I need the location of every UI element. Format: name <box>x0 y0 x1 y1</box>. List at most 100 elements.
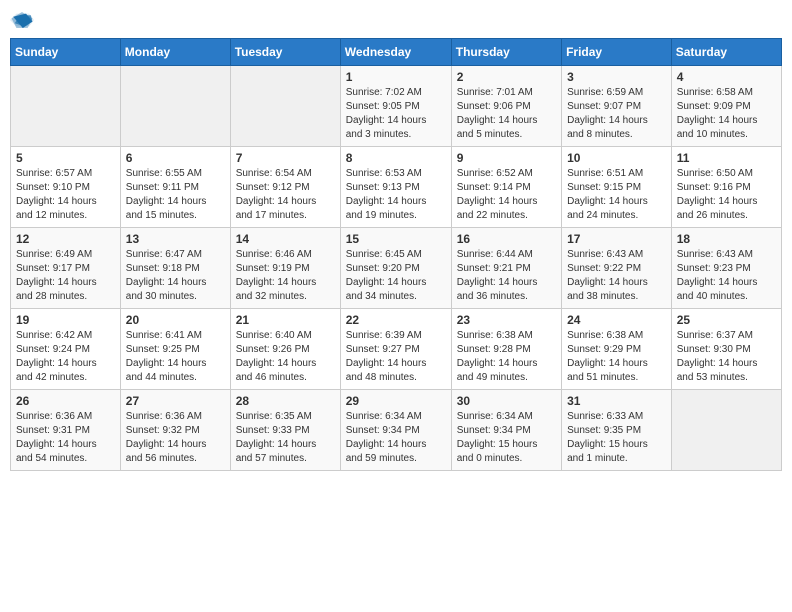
calendar-cell <box>671 390 781 471</box>
weekday-header-wednesday: Wednesday <box>340 39 451 66</box>
weekday-header-sunday: Sunday <box>11 39 121 66</box>
calendar-week-row: 12 Sunrise: 6:49 AM Sunset: 9:17 PM Dayli… <box>11 228 782 309</box>
calendar-cell: 12 Sunrise: 6:49 AM Sunset: 9:17 PM Dayli… <box>11 228 121 309</box>
calendar-cell: 21 Sunrise: 6:40 AM Sunset: 9:26 PM Dayli… <box>230 309 340 390</box>
day-info: Sunrise: 6:39 AM Sunset: 9:27 PM Dayligh… <box>346 329 446 385</box>
day-info: Sunrise: 6:43 AM Sunset: 9:22 PM Dayligh… <box>567 248 666 304</box>
day-info: Sunrise: 6:59 AM Sunset: 9:07 PM Dayligh… <box>567 86 666 142</box>
day-number: 25 <box>677 313 776 327</box>
calendar-cell: 23 Sunrise: 6:38 AM Sunset: 9:28 PM Dayli… <box>451 309 561 390</box>
calendar-cell: 20 Sunrise: 6:41 AM Sunset: 9:25 PM Dayli… <box>120 309 230 390</box>
day-number: 22 <box>346 313 446 327</box>
day-info: Sunrise: 6:50 AM Sunset: 9:16 PM Dayligh… <box>677 167 776 223</box>
day-info: Sunrise: 6:51 AM Sunset: 9:15 PM Dayligh… <box>567 167 666 223</box>
day-info: Sunrise: 6:47 AM Sunset: 9:18 PM Dayligh… <box>126 248 225 304</box>
calendar-cell: 14Sunrise: 6:46 AM Sunset: 9:19 PM Dayli… <box>230 228 340 309</box>
day-number: 28 <box>236 394 335 408</box>
day-number: 16 <box>457 232 556 246</box>
page-header <box>10 10 782 30</box>
day-number: 13 <box>126 232 225 246</box>
calendar-cell: 29 Sunrise: 6:34 AM Sunset: 9:34 PM Dayli… <box>340 390 451 471</box>
day-number: 11 <box>677 151 776 165</box>
day-info: Sunrise: 7:01 AM Sunset: 9:06 PM Dayligh… <box>457 86 556 142</box>
day-info: Sunrise: 6:58 AM Sunset: 9:09 PM Dayligh… <box>677 86 776 142</box>
day-number: 9 <box>457 151 556 165</box>
day-info: Sunrise: 6:38 AM Sunset: 9:29 PM Dayligh… <box>567 329 666 385</box>
calendar-week-row: 1 Sunrise: 7:02 AM Sunset: 9:05 PM Daylig… <box>11 66 782 147</box>
day-info: Sunrise: 6:33 AM Sunset: 9:35 PM Dayligh… <box>567 410 666 466</box>
calendar-cell: 15 Sunrise: 6:45 AM Sunset: 9:20 PM Dayli… <box>340 228 451 309</box>
day-info: Sunrise: 6:49 AM Sunset: 9:17 PM Dayligh… <box>16 248 115 304</box>
day-number: 29 <box>346 394 446 408</box>
day-number: 8 <box>346 151 446 165</box>
day-number: 3 <box>567 70 666 84</box>
calendar-cell: 8 Sunrise: 6:53 AM Sunset: 9:13 PM Daylig… <box>340 147 451 228</box>
day-info: Sunrise: 6:38 AM Sunset: 9:28 PM Dayligh… <box>457 329 556 385</box>
day-info: Sunrise: 6:35 AM Sunset: 9:33 PM Dayligh… <box>236 410 335 466</box>
calendar-cell <box>120 66 230 147</box>
day-number: 18 <box>677 232 776 246</box>
day-number: 4 <box>677 70 776 84</box>
calendar-cell: 25 Sunrise: 6:37 AM Sunset: 9:30 PM Dayli… <box>671 309 781 390</box>
day-info: Sunrise: 6:54 AM Sunset: 9:12 PM Dayligh… <box>236 167 335 223</box>
day-number: 5 <box>16 151 115 165</box>
calendar-cell: 22 Sunrise: 6:39 AM Sunset: 9:27 PM Dayli… <box>340 309 451 390</box>
weekday-header-saturday: Saturday <box>671 39 781 66</box>
calendar-cell: 28 Sunrise: 6:35 AM Sunset: 9:33 PM Dayli… <box>230 390 340 471</box>
calendar-cell: 30Sunrise: 6:34 AM Sunset: 9:34 PM Dayli… <box>451 390 561 471</box>
calendar-cell <box>230 66 340 147</box>
calendar-cell: 13 Sunrise: 6:47 AM Sunset: 9:18 PM Dayli… <box>120 228 230 309</box>
day-number: 24 <box>567 313 666 327</box>
day-number: 12 <box>16 232 115 246</box>
calendar-cell: 18 Sunrise: 6:43 AM Sunset: 9:23 PM Dayli… <box>671 228 781 309</box>
day-info: Sunrise: 6:36 AM Sunset: 9:31 PM Dayligh… <box>16 410 115 466</box>
calendar-cell: 3 Sunrise: 6:59 AM Sunset: 9:07 PM Daylig… <box>562 66 672 147</box>
day-info: Sunrise: 6:53 AM Sunset: 9:13 PM Dayligh… <box>346 167 446 223</box>
day-number: 15 <box>346 232 446 246</box>
calendar-cell: 16 Sunrise: 6:44 AM Sunset: 9:21 PM Dayli… <box>451 228 561 309</box>
day-number: 31 <box>567 394 666 408</box>
calendar-cell: 10Sunrise: 6:51 AM Sunset: 9:15 PM Dayli… <box>562 147 672 228</box>
day-number: 17 <box>567 232 666 246</box>
day-number: 19 <box>16 313 115 327</box>
day-number: 20 <box>126 313 225 327</box>
day-number: 23 <box>457 313 556 327</box>
day-number: 26 <box>16 394 115 408</box>
day-number: 6 <box>126 151 225 165</box>
calendar-cell: 7 Sunrise: 6:54 AM Sunset: 9:12 PM Daylig… <box>230 147 340 228</box>
day-info: Sunrise: 6:52 AM Sunset: 9:14 PM Dayligh… <box>457 167 556 223</box>
weekday-header-tuesday: Tuesday <box>230 39 340 66</box>
calendar-cell: 27Sunrise: 6:36 AM Sunset: 9:32 PM Dayli… <box>120 390 230 471</box>
calendar-week-row: 19 Sunrise: 6:42 AM Sunset: 9:24 PM Dayli… <box>11 309 782 390</box>
logo-icon <box>10 10 34 30</box>
calendar-week-row: 26 Sunrise: 6:36 AM Sunset: 9:31 PM Dayli… <box>11 390 782 471</box>
day-info: Sunrise: 6:43 AM Sunset: 9:23 PM Dayligh… <box>677 248 776 304</box>
day-number: 1 <box>346 70 446 84</box>
calendar-cell: 31 Sunrise: 6:33 AM Sunset: 9:35 PM Dayli… <box>562 390 672 471</box>
calendar-cell: 11 Sunrise: 6:50 AM Sunset: 9:16 PM Dayli… <box>671 147 781 228</box>
day-info: Sunrise: 6:34 AM Sunset: 9:34 PM Dayligh… <box>346 410 446 466</box>
day-number: 21 <box>236 313 335 327</box>
day-info: Sunrise: 6:57 AM Sunset: 9:10 PM Dayligh… <box>16 167 115 223</box>
day-info: Sunrise: 6:40 AM Sunset: 9:26 PM Dayligh… <box>236 329 335 385</box>
calendar-cell: 1 Sunrise: 7:02 AM Sunset: 9:05 PM Daylig… <box>340 66 451 147</box>
day-info: Sunrise: 6:44 AM Sunset: 9:21 PM Dayligh… <box>457 248 556 304</box>
calendar-cell: 26 Sunrise: 6:36 AM Sunset: 9:31 PM Dayli… <box>11 390 121 471</box>
day-info: Sunrise: 7:02 AM Sunset: 9:05 PM Dayligh… <box>346 86 446 142</box>
logo <box>10 10 42 30</box>
calendar-cell: 2Sunrise: 7:01 AM Sunset: 9:06 PM Daylig… <box>451 66 561 147</box>
day-number: 7 <box>236 151 335 165</box>
weekday-header-monday: Monday <box>120 39 230 66</box>
day-info: Sunrise: 6:42 AM Sunset: 9:24 PM Dayligh… <box>16 329 115 385</box>
day-info: Sunrise: 6:37 AM Sunset: 9:30 PM Dayligh… <box>677 329 776 385</box>
day-info: Sunrise: 6:45 AM Sunset: 9:20 PM Dayligh… <box>346 248 446 304</box>
day-info: Sunrise: 6:36 AM Sunset: 9:32 PM Dayligh… <box>126 410 225 466</box>
calendar-cell: 24 Sunrise: 6:38 AM Sunset: 9:29 PM Dayli… <box>562 309 672 390</box>
calendar-cell: 6Sunrise: 6:55 AM Sunset: 9:11 PM Daylig… <box>120 147 230 228</box>
calendar-cell: 17 Sunrise: 6:43 AM Sunset: 9:22 PM Dayli… <box>562 228 672 309</box>
day-info: Sunrise: 6:41 AM Sunset: 9:25 PM Dayligh… <box>126 329 225 385</box>
day-info: Sunrise: 6:46 AM Sunset: 9:19 PM Dayligh… <box>236 248 335 304</box>
day-number: 30 <box>457 394 556 408</box>
weekday-header-thursday: Thursday <box>451 39 561 66</box>
calendar-cell: 5 Sunrise: 6:57 AM Sunset: 9:10 PM Daylig… <box>11 147 121 228</box>
